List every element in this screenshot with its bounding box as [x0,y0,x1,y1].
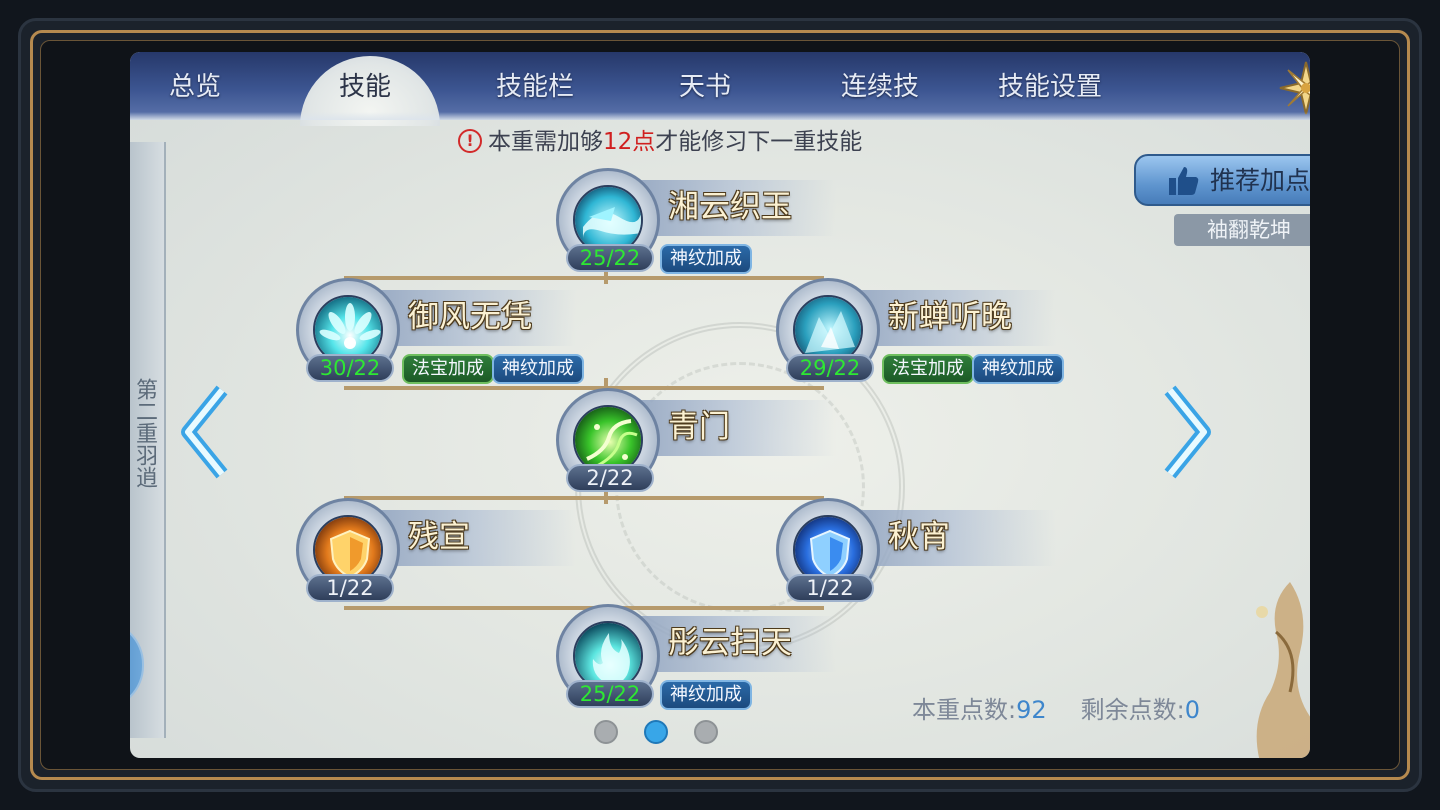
tab-combo[interactable]: 连续技 [830,66,930,108]
recommend-preset[interactable]: 袖翻乾坤 [1174,214,1310,246]
badge-rune-bonus[interactable]: 神纹加成 [972,354,1064,384]
badge-rune-bonus[interactable]: 神纹加成 [660,244,752,274]
badge-rune-bonus[interactable]: 神纹加成 [660,680,752,710]
skill-name: 秋宵 [888,519,950,555]
notice-suffix: 才能修习下一重技能 [655,129,863,155]
tab-bar: 总览 技能 技能栏 天书 连续技 技能设置 [130,52,1310,126]
skill-name: 残宣 [408,519,470,555]
skill-name: 青门 [668,409,730,445]
skill-node: 残宣 1/22 [296,498,816,608]
skill-node: 新蝉听晚 29/22 法宝加成 神纹加成 [776,278,1296,388]
page-dot-2[interactable] [644,720,668,744]
chevron-right-icon [1164,385,1211,479]
warning-icon: ! [458,128,482,153]
skill-node: 秋宵 1/22 [776,498,1296,608]
tab-heavenly-book[interactable]: 天书 [670,66,740,108]
prev-page-button[interactable] [176,382,236,482]
recommend-points-button[interactable]: 推荐加点 [1134,154,1310,206]
skill-level: 29/22 [786,354,874,382]
skill-level: 1/22 [786,574,874,602]
skill-level: 1/22 [306,574,394,602]
skill-panel: 总览 技能 技能栏 天书 连续技 技能设置 ! 本重需加够12点才能修习下一重技能… [130,52,1310,758]
close-icon [1279,61,1310,115]
skill-name: 彤云扫天 [668,625,792,661]
remaining-points-label: 剩余点数: [1080,696,1185,724]
notice-highlight: 12点 [603,129,656,155]
skill-name: 御风无凭 [408,299,532,335]
badge-rune-bonus[interactable]: 神纹加成 [492,354,584,384]
tier-points-value: 92 [1016,696,1047,724]
thumbs-up-icon [1169,167,1199,195]
badge-treasure-bonus[interactable]: 法宝加成 [402,354,494,384]
remaining-points-value: 0 [1184,696,1201,724]
skill-node: 御风无凭 30/22 法宝加成 神纹加成 [296,278,816,388]
tier-label: 第二重羽逍 [132,378,157,488]
skill-name: 新蝉听晚 [888,299,1012,335]
page-dot-3[interactable] [694,720,718,744]
tab-overview[interactable]: 总览 [160,66,230,108]
close-button[interactable] [1276,58,1310,118]
points-summary: 本重点数:92 剩余点数:0 [912,692,1200,728]
chevron-left-icon [181,385,228,479]
skill-name: 湘云织玉 [668,189,792,225]
skill-node: 湘云织玉 25/22 神纹加成 [556,168,1076,278]
character-ornament [1256,582,1310,758]
skill-level: 30/22 [306,354,394,382]
badge-treasure-bonus[interactable]: 法宝加成 [882,354,974,384]
page-dot-1[interactable] [594,720,618,744]
tab-skills[interactable]: 技能 [330,66,400,108]
recommend-label: 推荐加点 [1210,166,1310,195]
notice-banner: ! 本重需加够12点才能修习下一重技能 [458,126,862,158]
skill-level: 25/22 [566,680,654,708]
skill-level: 25/22 [566,244,654,272]
skill-level: 2/22 [566,464,654,492]
next-page-button[interactable] [1156,382,1216,482]
notice-prefix: 本重需加够 [488,129,603,155]
tier-points-label: 本重点数: [912,696,1017,724]
skill-node: 青门 2/22 [556,388,1076,498]
tab-skill-settings[interactable]: 技能设置 [990,66,1110,108]
tab-skill-bar[interactable]: 技能栏 [490,66,580,108]
